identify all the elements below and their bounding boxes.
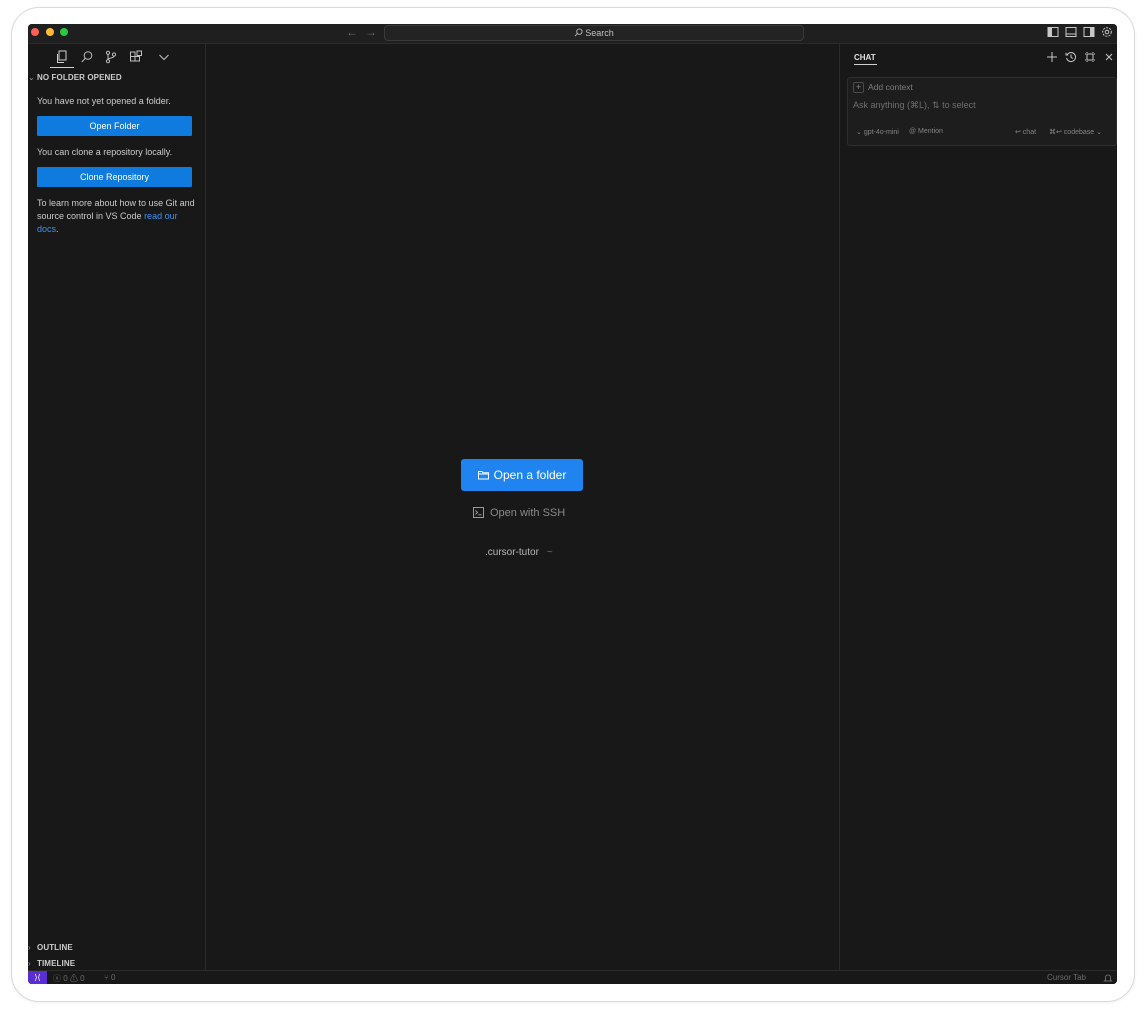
editor-area: Open a folder Open with SSH .cursor-tuto… (206, 44, 838, 970)
no-folder-message: You have not yet opened a folder. (37, 96, 171, 106)
error-count: 0 (63, 974, 68, 983)
search-icon[interactable] (80, 50, 94, 64)
clone-message: You can clone a repository locally. (37, 147, 173, 157)
minimize-window-button[interactable] (46, 28, 54, 36)
model-selector[interactable]: ⌄ gpt-4o-mini (856, 128, 899, 136)
recent-project-path: ~ (546, 547, 553, 558)
timeline-section-header[interactable]: › TIMELINE (28, 959, 75, 968)
timeline-title: TIMELINE (37, 959, 76, 968)
open-a-folder-button[interactable]: Open a folder (461, 459, 583, 491)
clone-repository-button[interactable]: Clone Repository (37, 167, 192, 187)
warning-count: 0 (80, 974, 85, 983)
ports-count: 0 (111, 973, 116, 982)
problems-indicator[interactable]: ⓧ 0 ⚠ 0 (53, 973, 85, 984)
add-context-plus-icon[interactable]: + (853, 82, 864, 93)
files-icon[interactable] (55, 50, 69, 64)
open-with-ssh-button[interactable]: Open with SSH (473, 507, 565, 519)
no-folder-section-header[interactable]: ⌄ NO FOLDER OPENED (28, 73, 122, 82)
chevron-down-icon: ⌄ (856, 129, 864, 136)
terminal-icon (473, 507, 484, 518)
section-title: NO FOLDER OPENED (37, 73, 122, 82)
codebase-label: ⌘↩ codebase (1049, 129, 1095, 136)
chat-tab-underline (854, 64, 877, 65)
chevron-right-icon: › (28, 943, 31, 952)
codebase-submit-shortcut[interactable]: ⌘↩ codebase ⌄ (1049, 128, 1102, 136)
extensions-icon[interactable] (129, 50, 143, 64)
error-icon: ⓧ (53, 974, 64, 983)
ports-indicator[interactable]: ⑂ 0 (104, 973, 115, 982)
search-label: Search (585, 28, 614, 38)
chevron-right-icon: › (28, 959, 31, 968)
source-control-icon[interactable] (104, 50, 118, 64)
toggle-primary-sidebar-icon[interactable] (1047, 26, 1059, 38)
chat-submit-shortcut[interactable]: ↩ chat (1015, 128, 1036, 136)
search-icon (574, 28, 583, 37)
open-with-ssh-label: Open with SSH (490, 507, 566, 519)
chat-panel: CHAT + Add context Ask anything (⌘L), ⇅ … (839, 44, 1117, 970)
cursor-tab-status[interactable]: Cursor Tab (1047, 973, 1086, 982)
mention-button[interactable]: @ Mention (909, 128, 943, 135)
toggle-panel-icon[interactable] (1065, 26, 1077, 38)
active-view-indicator (50, 67, 74, 68)
back-arrow-icon[interactable]: ← (346, 25, 358, 39)
close-window-button[interactable] (31, 28, 39, 36)
chevron-down-icon: ⌄ (1094, 129, 1102, 136)
status-bar: ⟩⟨ ⓧ 0 ⚠ 0 ⑂ 0 Cursor Tab (28, 970, 1117, 984)
chat-tab[interactable]: CHAT (854, 53, 876, 62)
warning-icon: ⚠ (69, 974, 81, 983)
history-icon[interactable] (1065, 51, 1077, 63)
command-center-search[interactable]: Search (384, 25, 804, 41)
forward-arrow-icon[interactable]: → (365, 25, 377, 39)
remote-indicator-icon[interactable]: ⟩⟨ (28, 971, 47, 984)
zoom-window-button[interactable] (60, 28, 68, 36)
recent-project-item[interactable]: .cursor-tutor ~ (485, 547, 553, 558)
app-window: ← → Search ⌄ NO FOLDER OPENED You have no… (28, 24, 1117, 984)
maximize-icon[interactable] (1084, 51, 1096, 63)
settings-gear-icon[interactable] (1101, 26, 1113, 38)
learn-more-text: To learn more about how to use Git and s… (37, 197, 195, 236)
bell-icon[interactable] (1103, 973, 1113, 983)
new-chat-plus-icon[interactable] (1046, 51, 1058, 63)
ports-icon: ⑂ (104, 973, 112, 982)
chat-input-box[interactable]: + Add context Ask anything (⌘L), ⇅ to se… (847, 77, 1117, 146)
close-icon[interactable] (1103, 51, 1115, 63)
learn-more-end: . (56, 224, 59, 234)
toggle-secondary-sidebar-icon[interactable] (1083, 26, 1095, 38)
primary-sidebar: ⌄ NO FOLDER OPENED You have not yet opene… (28, 44, 206, 970)
chevron-down-icon[interactable] (157, 50, 171, 64)
title-bar: ← → Search (28, 24, 1117, 44)
outline-title: OUTLINE (37, 943, 73, 952)
add-context-button[interactable]: Add context (868, 82, 913, 92)
outline-section-header[interactable]: › OUTLINE (28, 943, 73, 952)
folder-icon (477, 471, 489, 480)
open-folder-button[interactable]: Open Folder (37, 116, 192, 136)
chat-input-placeholder[interactable]: Ask anything (⌘L), ⇅ to select (853, 100, 976, 111)
chevron-down-icon: ⌄ (28, 73, 35, 82)
model-name: gpt-4o-mini (863, 129, 899, 136)
open-a-folder-label: Open a folder (493, 468, 567, 482)
recent-project-name: .cursor-tutor (485, 547, 539, 558)
